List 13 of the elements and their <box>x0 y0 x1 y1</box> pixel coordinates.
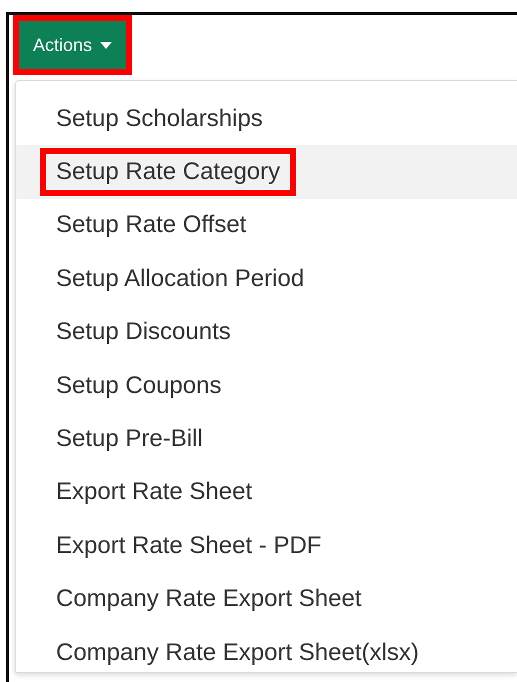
menu-item[interactable]: Setup Rate Category <box>56 158 280 186</box>
menu-item[interactable]: Setup Allocation Period <box>56 264 304 293</box>
menu-item[interactable]: Setup Coupons <box>56 372 222 400</box>
menu-item[interactable]: Setup Rate Offset <box>56 211 246 240</box>
menu-item[interactable]: Setup Scholarships <box>56 104 263 133</box>
caret-icon <box>100 42 112 48</box>
menu-item[interactable]: Export Rate Sheet - PDF <box>56 532 322 560</box>
menu-item[interactable]: Company Rate Export Sheet <box>56 585 362 614</box>
menu-item[interactable]: Export Rate Sheet <box>56 478 252 506</box>
actions-button[interactable]: Actions <box>19 21 126 69</box>
menu-item[interactable]: Company Rate Export Sheet(xlsx) <box>56 638 419 667</box>
menu-item[interactable]: Setup Pre-Bill <box>56 425 203 454</box>
menu-item[interactable]: Setup Discounts <box>56 318 231 346</box>
